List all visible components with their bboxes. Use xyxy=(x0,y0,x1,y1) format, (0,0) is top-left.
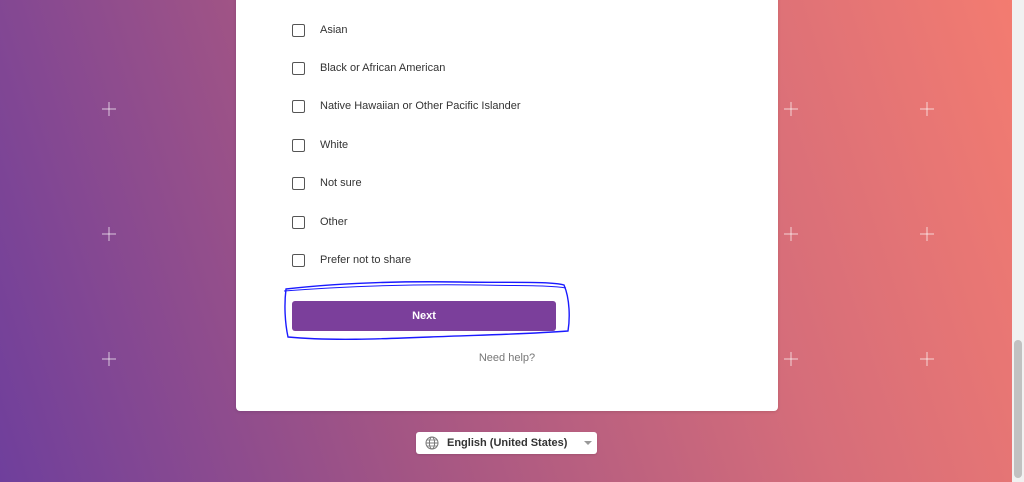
option-label: Asian xyxy=(320,24,348,36)
background-plus-icon xyxy=(102,227,116,241)
option-label: Not sure xyxy=(320,177,362,189)
background-plus-icon xyxy=(784,227,798,241)
need-help-link[interactable]: Need help? xyxy=(236,352,778,364)
option-black-or-african-american[interactable]: Black or African American xyxy=(292,58,445,78)
checkbox[interactable] xyxy=(292,138,305,152)
checkbox[interactable] xyxy=(292,23,305,37)
background-plus-icon xyxy=(102,352,116,366)
background-plus-icon xyxy=(102,102,116,116)
background-plus-icon xyxy=(784,102,798,116)
checkbox[interactable] xyxy=(292,215,305,229)
globe-icon xyxy=(425,436,439,450)
checkbox[interactable] xyxy=(292,99,305,113)
background-plus-icon xyxy=(920,352,934,366)
option-label: Black or African American xyxy=(320,62,446,74)
option-label: Prefer not to share xyxy=(320,254,412,266)
option-not-sure[interactable]: Not sure xyxy=(292,173,362,193)
language-label: English (United States) xyxy=(447,437,568,449)
checkbox[interactable] xyxy=(292,61,305,75)
option-white[interactable]: White xyxy=(292,135,348,155)
option-prefer-not-to-share[interactable]: Prefer not to share xyxy=(292,250,411,270)
option-other[interactable]: Other xyxy=(292,212,348,232)
background-plus-icon xyxy=(920,102,934,116)
chevron-down-icon xyxy=(584,441,592,445)
background-plus-icon xyxy=(784,352,798,366)
next-button[interactable]: Next xyxy=(292,301,556,331)
checkbox[interactable] xyxy=(292,176,305,190)
checkbox[interactable] xyxy=(292,253,305,267)
option-native-hawaiian[interactable]: Native Hawaiian or Other Pacific Islande… xyxy=(292,96,521,116)
option-label: Native Hawaiian or Other Pacific Islande… xyxy=(320,100,521,112)
option-asian[interactable]: Asian xyxy=(292,20,348,40)
survey-card: Asian Black or African American Native H… xyxy=(236,0,778,411)
scrollbar-thumb[interactable] xyxy=(1014,340,1022,478)
language-select[interactable]: English (United States) xyxy=(416,432,597,454)
scrollbar[interactable] xyxy=(1012,0,1024,482)
option-label: Other xyxy=(320,216,348,228)
background-plus-icon xyxy=(920,227,934,241)
option-label: White xyxy=(320,139,349,151)
